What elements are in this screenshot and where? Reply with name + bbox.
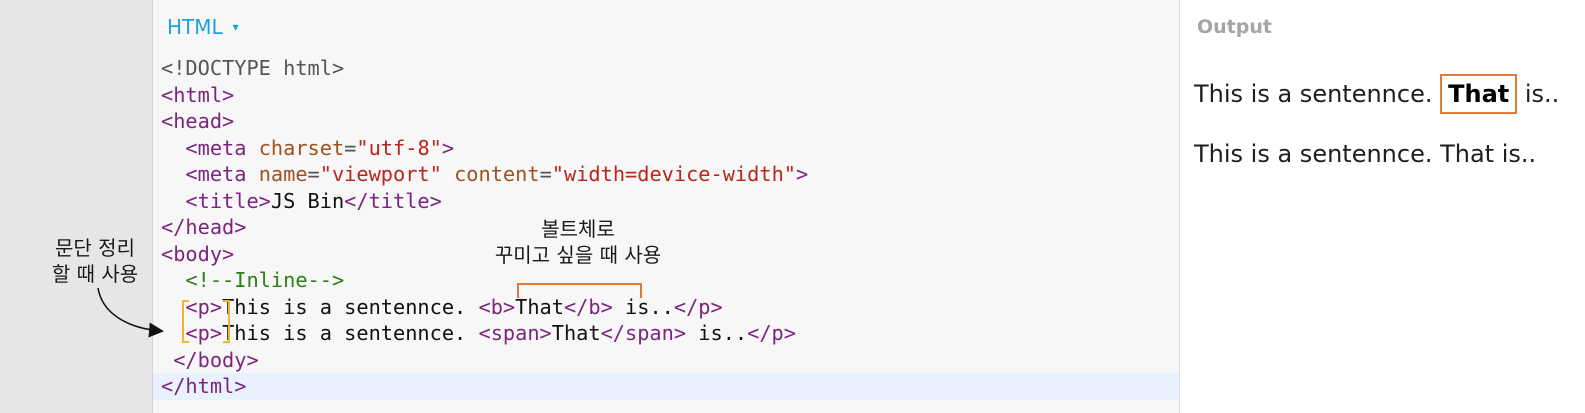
code-line: <p>This is a sentennce. <b>That</b> is..… — [161, 294, 808, 321]
code-token: <html> — [161, 82, 235, 107]
code-token: <span> — [478, 321, 552, 345]
code-token: </body> — [173, 347, 259, 372]
code-token: name — [258, 162, 308, 186]
code-line: <title>JS Bin</title> — [161, 188, 808, 215]
code-line: <meta name="viewport" content="width=dev… — [161, 161, 808, 188]
code-line: </body> — [161, 347, 808, 374]
code-token: "width=device-width" — [551, 162, 796, 186]
code-token: > — [796, 162, 809, 186]
annotation-bold-note: 볼트체로 꾸미고 싶을 때 사용 — [462, 216, 694, 268]
code-token: JS Bin — [270, 188, 345, 213]
code-token: This is a sentennce. — [222, 294, 479, 319]
code-token: </span> — [600, 321, 687, 345]
output-paragraph-2: This is a sentennce. That is.. — [1194, 140, 1537, 168]
code-token: "utf-8" — [356, 135, 442, 160]
code-token: <body> — [161, 241, 235, 266]
code-token: is.. — [686, 321, 748, 345]
code-token: </title> — [344, 188, 442, 213]
code-token: <meta — [185, 135, 259, 160]
chevron-down-icon: ▾ — [232, 20, 239, 34]
code-token: = — [307, 162, 320, 186]
code-line: <html> — [161, 82, 808, 109]
html-editor-panel[interactable]: HTML ▾ <!DOCTYPE html> <html> <head> <meta … — [153, 0, 1180, 413]
annotation-left-line-1: 문단 정리 — [55, 236, 135, 260]
html-panel-dropdown[interactable]: HTML ▾ — [167, 15, 239, 39]
annotation-top-line-1: 볼트체로 — [541, 217, 615, 241]
code-token: is.. — [612, 294, 674, 319]
code-token: <!DOCTYPE html> — [161, 56, 345, 80]
code-token: </head> — [161, 215, 247, 239]
output-panel: Output This is a sentennce. That is.. Th… — [1180, 0, 1585, 413]
code-line: <!--Inline--> — [161, 267, 808, 294]
code-token: <p> — [185, 321, 223, 345]
left-gutter — [0, 0, 153, 413]
annotation-left-line-2: 할 때 사용 — [51, 262, 139, 286]
code-token: That — [551, 321, 601, 345]
code-token: <!--Inline--> — [185, 268, 345, 292]
code-line: <p>This is a sentennce. <span>That</span… — [161, 320, 808, 347]
code-token: <title> — [185, 188, 271, 213]
code-token: <meta — [185, 162, 259, 186]
output-panel-title: Output — [1197, 16, 1272, 38]
code-token: <head> — [161, 109, 235, 133]
code-token: > — [441, 135, 455, 160]
code-line: <meta charset="utf-8"> — [161, 135, 808, 162]
code-token: = — [344, 135, 357, 160]
output-paragraph-1: This is a sentennce. That is.. — [1194, 74, 1560, 114]
annotation-paragraph-note: 문단 정리 할 때 사용 — [40, 235, 150, 287]
output-bold-word: That — [1440, 74, 1518, 114]
code-token: </html> — [161, 374, 247, 398]
code-token: content — [454, 162, 540, 186]
code-token: charset — [258, 135, 345, 160]
annotation-top-line-2: 꾸미고 싶을 때 사용 — [494, 243, 662, 267]
html-panel-label: HTML — [167, 15, 223, 39]
output-p1-text-after: is.. — [1517, 80, 1560, 108]
code-token: That — [515, 294, 564, 319]
code-token: "viewport" — [319, 162, 442, 186]
jsbin-window: HTML ▾ <!DOCTYPE html> <html> <head> <meta … — [0, 0, 1585, 413]
code-token: <p> — [185, 294, 223, 319]
code-token: <b> — [478, 294, 516, 319]
code-token: </p> — [673, 294, 723, 319]
code-token: </p> — [747, 321, 796, 345]
code-token: = — [539, 162, 552, 186]
code-line: <head> — [161, 108, 808, 135]
code-line: </html> — [161, 373, 808, 400]
code-token: This is a sentennce. — [222, 321, 479, 345]
code-token: </b> — [563, 294, 613, 319]
output-p1-text-before: This is a sentennce. — [1194, 80, 1441, 108]
code-line: <!DOCTYPE html> — [161, 55, 808, 82]
